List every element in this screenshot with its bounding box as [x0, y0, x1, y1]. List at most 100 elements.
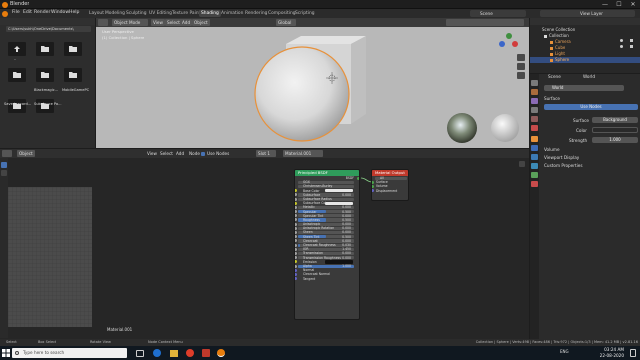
minimize-button[interactable]: —	[598, 0, 612, 9]
file-tile-parent[interactable]	[8, 42, 26, 56]
volume-input-socket[interactable]	[372, 184, 374, 188]
orientation-selector[interactable]: Global	[276, 19, 296, 26]
mode-selector[interactable]: Object Mode	[112, 19, 148, 26]
input-socket[interactable]	[295, 201, 297, 205]
input-socket[interactable]	[295, 205, 297, 209]
modifier-tab-icon[interactable]	[531, 145, 538, 151]
particles-tab-icon[interactable]	[531, 154, 538, 160]
input-socket[interactable]	[295, 243, 297, 247]
shader-node-editor[interactable]: Object View Select Add Node Use Nodes Sl…	[0, 149, 529, 346]
input-socket[interactable]	[295, 251, 297, 255]
render-camera-icon[interactable]	[630, 39, 633, 42]
viewport-menu-add[interactable]: Add	[180, 19, 193, 26]
input-socket[interactable]	[295, 264, 297, 268]
menu-window[interactable]: Window	[51, 10, 69, 15]
folder-tile-3[interactable]	[8, 68, 26, 82]
constraints-tab-icon[interactable]	[531, 172, 538, 178]
file-label-saved-recordings: Saved record...	[4, 102, 32, 106]
folder-tile-blackmagic[interactable]	[36, 68, 54, 82]
object-tab-icon[interactable]	[531, 136, 538, 142]
notifications-icon[interactable]	[630, 349, 636, 357]
render-tab-icon[interactable]	[531, 89, 538, 95]
viewport-display-section-label[interactable]: Viewport Display	[544, 155, 579, 160]
blender-menu-icon[interactable]	[2, 10, 8, 17]
task-view-icon[interactable]	[136, 349, 144, 357]
language-indicator[interactable]: ENG	[560, 349, 569, 354]
file-explorer-icon[interactable]	[170, 349, 178, 357]
volume-section-label[interactable]: Volume	[544, 147, 560, 152]
input-socket[interactable]	[295, 247, 297, 251]
input-socket[interactable]	[295, 210, 297, 214]
tab-scripting[interactable]: Scripting	[293, 10, 317, 17]
outliner-row-sphere[interactable]: Sphere	[530, 57, 640, 63]
tab-shading[interactable]: Shading	[199, 10, 221, 17]
blender-taskbar-icon[interactable]	[217, 349, 225, 357]
menu-help[interactable]: Help	[69, 10, 79, 15]
edge-browser-icon[interactable]	[153, 349, 161, 357]
input-socket[interactable]	[295, 197, 297, 201]
render-camera-icon[interactable]	[630, 45, 633, 48]
taskbar-clock-time[interactable]: 03:24 AM	[604, 347, 624, 352]
world-tab-icon[interactable]	[531, 125, 538, 131]
tab-animation[interactable]: Animation	[219, 10, 245, 17]
shading-mode-buttons[interactable]	[446, 19, 524, 26]
close-button[interactable]: ✕	[626, 0, 640, 9]
strength-field[interactable]: 1.000	[592, 137, 638, 143]
editor-type-button[interactable]	[98, 19, 108, 26]
3d-viewport[interactable]: Object Mode View Select Add Object Globa…	[96, 18, 529, 148]
input-socket[interactable]	[295, 239, 297, 243]
input-socket[interactable]	[295, 231, 297, 235]
surface-section-label[interactable]: Surface	[544, 96, 560, 101]
scene-tab-icon[interactable]	[531, 116, 538, 122]
media-app-icon[interactable]	[202, 349, 210, 357]
tab-texture-paint[interactable]: Texture Paint	[170, 10, 202, 17]
windows-start-icon[interactable]	[2, 349, 10, 357]
folder-tile-mobilegamepc[interactable]	[64, 68, 82, 82]
bsdf-output-socket[interactable]	[357, 176, 359, 180]
input-socket[interactable]	[295, 222, 297, 226]
menu-render[interactable]: Render	[34, 10, 50, 15]
viewport-menu-view[interactable]: View	[151, 19, 165, 26]
input-socket[interactable]	[295, 235, 297, 239]
sidebar-toggle-icon[interactable]	[519, 161, 525, 167]
view-layer-tab-icon[interactable]	[531, 107, 538, 113]
input-socket[interactable]	[295, 226, 297, 230]
input-socket[interactable]	[295, 218, 297, 222]
taskbar-clock-date[interactable]: 22-08-2020	[600, 353, 624, 358]
surface-input-socket[interactable]	[372, 180, 374, 184]
input-socket[interactable]	[295, 272, 297, 276]
scene-selector[interactable]: Scene	[470, 10, 526, 17]
output-tab-icon[interactable]	[531, 98, 538, 104]
input-socket[interactable]	[295, 277, 297, 281]
input-socket[interactable]	[295, 193, 297, 197]
material-tab-icon[interactable]	[531, 181, 538, 187]
visibility-eye-icon[interactable]	[620, 45, 623, 48]
world-name-field[interactable]: World	[544, 85, 624, 91]
folder-tile-1[interactable]	[36, 42, 54, 56]
view-layer-selector[interactable]: View Layer	[540, 10, 635, 17]
physics-tab-icon[interactable]	[531, 163, 538, 169]
input-socket[interactable]	[295, 256, 297, 260]
taskbar-search-input[interactable]: Type here to search	[12, 348, 127, 358]
principled-bsdf-node[interactable]: Principled BSDF BSDF GGX Christensen-Bur…	[294, 169, 360, 320]
input-socket[interactable]	[295, 260, 297, 264]
world-color-swatch[interactable]	[592, 127, 638, 133]
maximize-button[interactable]: ☐	[612, 0, 626, 9]
chrome-icon[interactable]	[186, 349, 194, 357]
tool-tab-icon[interactable]	[531, 80, 538, 86]
menu-file[interactable]: File	[12, 10, 20, 15]
menu-edit[interactable]: Edit	[23, 10, 32, 15]
custom-properties-section-label[interactable]: Custom Properties	[544, 163, 583, 168]
file-path-field[interactable]: C:\Users\sukh\OneDrive\Documents\	[6, 26, 91, 32]
input-socket[interactable]	[295, 268, 297, 272]
use-nodes-button[interactable]: Use Nodes	[544, 104, 638, 110]
tab-sculpting[interactable]: Sculpting	[124, 10, 149, 17]
displacement-input-socket[interactable]	[372, 189, 374, 193]
surface-shader-selector[interactable]: Background	[592, 117, 638, 123]
material-output-node[interactable]: Material Output All Surface Volume Displ…	[371, 169, 409, 201]
input-socket[interactable]	[295, 189, 297, 193]
visibility-eye-icon[interactable]	[620, 39, 623, 42]
viewport-menu-object[interactable]: Object	[192, 19, 210, 26]
folder-tile-2[interactable]	[64, 42, 82, 56]
input-socket[interactable]	[295, 214, 297, 218]
